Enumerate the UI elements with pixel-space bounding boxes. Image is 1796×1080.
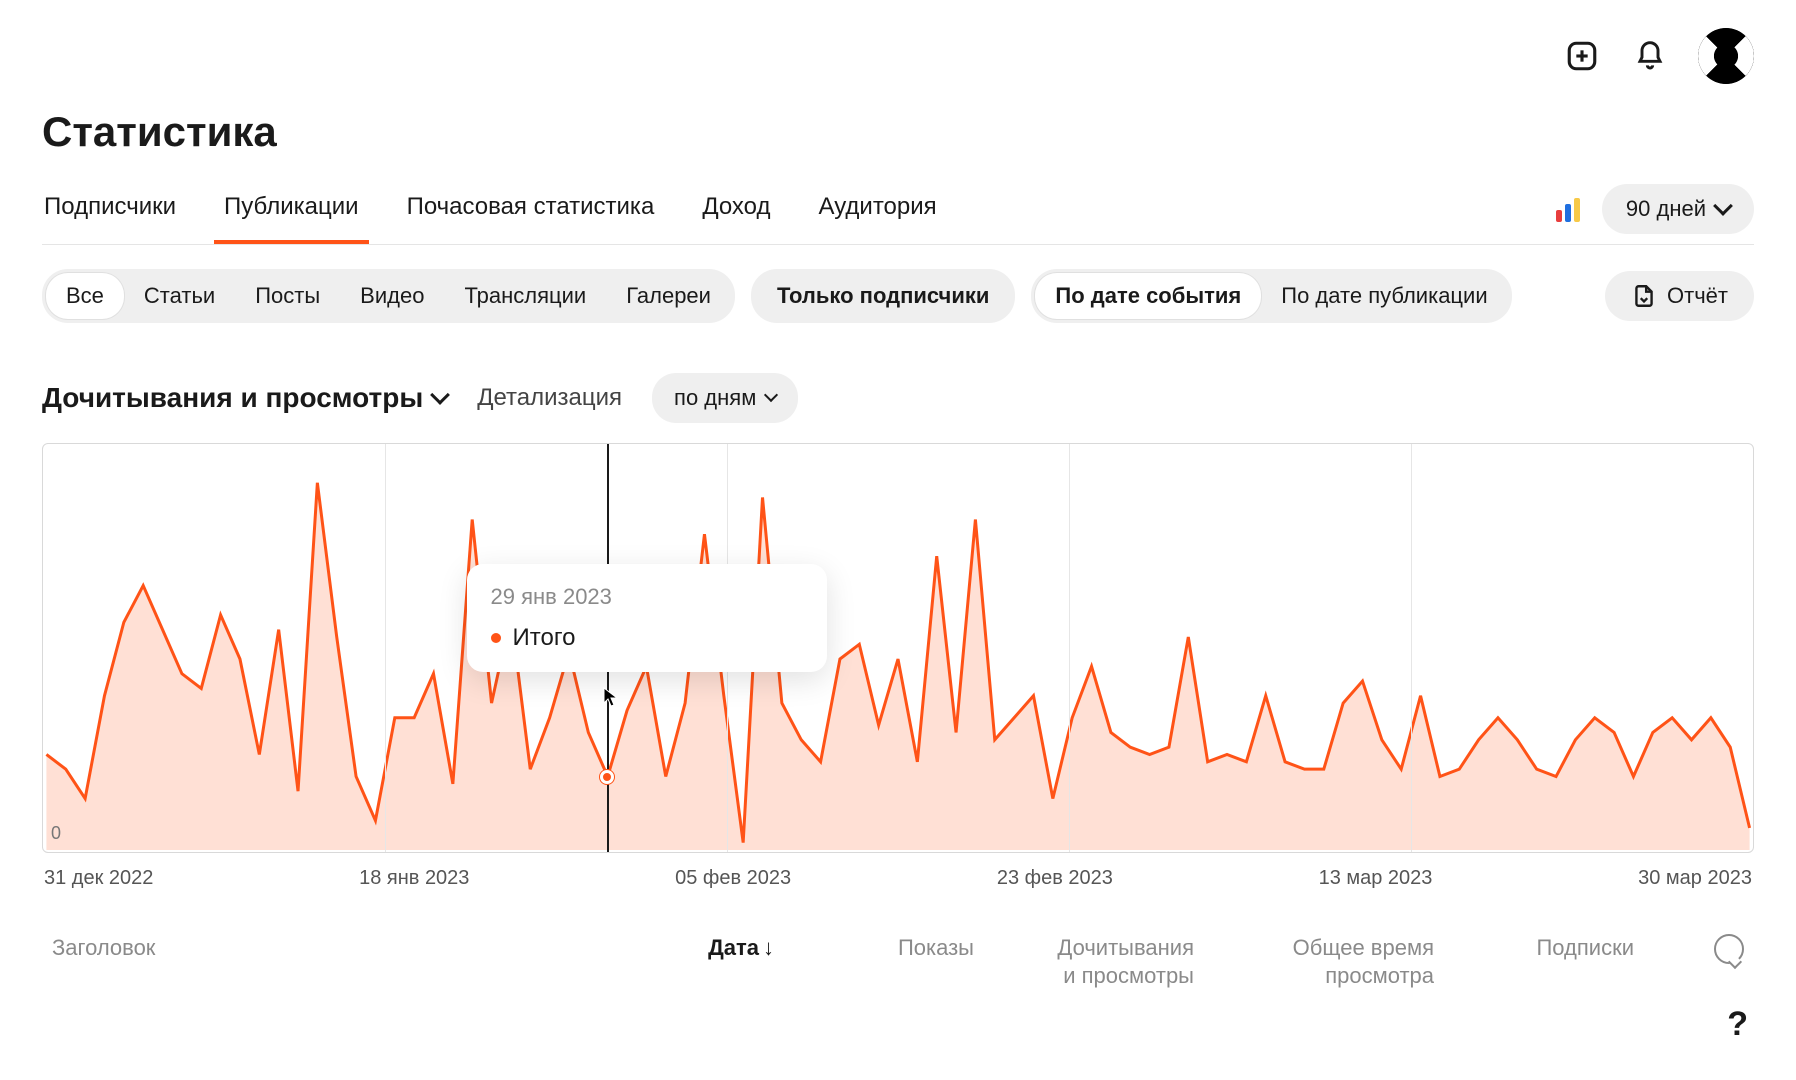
tab-hourly[interactable]: Почасовая статистика [405, 185, 657, 243]
th-reads-views[interactable]: Дочитывания и просмотры [994, 934, 1194, 989]
seg-galleries[interactable]: Галереи [606, 273, 731, 319]
x-axis-ticks: 31 дек 2022 18 янв 2023 05 фев 2023 23 ф… [42, 853, 1754, 890]
tooltip-swatch [491, 633, 501, 643]
seg-all[interactable]: Все [46, 273, 124, 319]
metrics-icon[interactable] [1556, 196, 1582, 222]
tab-income[interactable]: Доход [700, 185, 772, 243]
report-button[interactable]: Отчёт [1605, 271, 1754, 321]
comments-icon[interactable] [1714, 934, 1744, 964]
notifications-button[interactable] [1630, 36, 1670, 76]
y-zero-label: 0 [51, 823, 61, 844]
seg-streams[interactable]: Трансляции [444, 273, 606, 319]
th-watch-time[interactable]: Общее время просмотра [1214, 934, 1434, 989]
subscribers-only-toggle[interactable]: Только подписчики [751, 269, 1015, 323]
sort-desc-icon: ↓ [763, 934, 774, 962]
content-type-segment: Все Статьи Посты Видео Трансляции Галере… [42, 269, 735, 323]
chevron-down-icon [1713, 196, 1733, 216]
seg-posts[interactable]: Посты [235, 273, 340, 319]
detail-select[interactable]: по дням [652, 373, 798, 423]
add-button[interactable] [1562, 36, 1602, 76]
xtick: 13 мар 2023 [1319, 867, 1433, 890]
th-date[interactable]: Дата↓ [634, 934, 774, 962]
tab-audience[interactable]: Аудитория [816, 185, 938, 243]
filters: Все Статьи Посты Видео Трансляции Галере… [42, 245, 1754, 343]
tooltip-series: Итого [513, 624, 576, 652]
tooltip-date: 29 янв 2023 [491, 584, 797, 610]
xtick: 31 дек 2022 [44, 867, 153, 890]
chart-header: Дочитывания и просмотры Детализация по д… [42, 373, 1754, 423]
xtick: 18 янв 2023 [359, 867, 469, 890]
chart-tooltip: 29 янв 2023 Итого [467, 564, 827, 672]
avatar[interactable] [1698, 28, 1754, 84]
chart[interactable]: 0 29 янв 2023 Итого [42, 443, 1754, 853]
detail-label: Детализация [477, 384, 622, 412]
tab-publications[interactable]: Публикации [222, 185, 361, 243]
bell-icon [1634, 40, 1666, 72]
th-subs[interactable]: Подписки [1454, 934, 1634, 962]
period-label: 90 дней [1626, 196, 1706, 222]
th-title[interactable]: Заголовок [52, 934, 614, 962]
seg-articles[interactable]: Статьи [124, 273, 235, 319]
chevron-down-icon [430, 385, 450, 405]
report-label: Отчёт [1667, 283, 1728, 309]
seg-video[interactable]: Видео [340, 273, 444, 319]
th-impressions[interactable]: Показы [794, 934, 974, 962]
plus-square-icon [1565, 39, 1599, 73]
seg-by-event-date[interactable]: По дате события [1035, 273, 1261, 319]
xtick: 23 фев 2023 [997, 867, 1113, 890]
table-header: Заголовок Дата↓ Показы Дочитывания и про… [42, 890, 1754, 989]
help-button[interactable]: ? [1727, 1005, 1748, 1044]
chart-area [43, 444, 1753, 852]
date-mode-segment: По дате события По дате публикации [1031, 269, 1511, 323]
tabs: Подписчики Публикации Почасовая статисти… [42, 184, 1754, 245]
tab-subscribers[interactable]: Подписчики [42, 185, 178, 243]
metric-select[interactable]: Дочитывания и просмотры [42, 382, 447, 414]
download-report-icon [1631, 283, 1657, 309]
chevron-down-icon [764, 388, 778, 402]
hover-dot [600, 770, 614, 784]
xtick: 05 фев 2023 [675, 867, 791, 890]
seg-by-publish-date[interactable]: По дате публикации [1261, 273, 1507, 319]
xtick: 30 мар 2023 [1638, 867, 1752, 890]
period-select[interactable]: 90 дней [1602, 184, 1754, 234]
page-title: Статистика [42, 108, 1754, 156]
